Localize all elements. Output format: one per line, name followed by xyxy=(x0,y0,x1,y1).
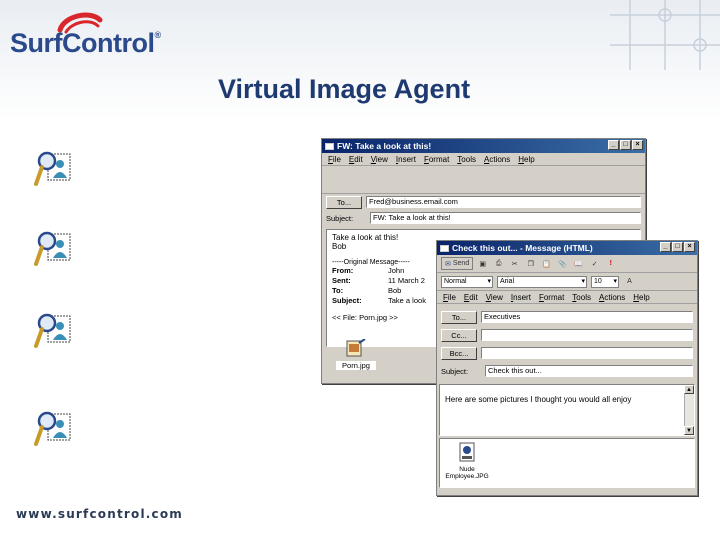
menu-format[interactable]: Format xyxy=(539,293,564,302)
html-formatting-toolbar: Normal Arial 10 A xyxy=(437,273,697,291)
html-body-text: Here are some pictures I thought you wou… xyxy=(445,395,632,404)
html-window-title: Check this out... - Message (HTML) xyxy=(452,243,593,253)
html-subject-label: Subject: xyxy=(441,366,469,376)
minimize-button[interactable]: _ xyxy=(660,242,671,252)
fw-window-titlebar[interactable]: FW: Take a look at this! _ □ × xyxy=(322,139,645,153)
menu-tools[interactable]: Tools xyxy=(457,155,476,164)
footer-url: www.surfcontrol.com xyxy=(16,507,184,521)
menu-tools[interactable]: Tools xyxy=(572,293,591,302)
menu-help[interactable]: Help xyxy=(518,155,534,164)
subject-key: Subject: xyxy=(332,296,362,305)
registered-mark: ® xyxy=(154,30,161,40)
html-to-field[interactable]: Executives xyxy=(481,311,693,323)
cut-icon[interactable]: ✂ xyxy=(508,257,521,270)
magnifier-user-icon xyxy=(34,411,71,446)
address-book-icon[interactable]: 📖 xyxy=(572,257,585,270)
html-message-window[interactable]: Check this out... - Message (HTML) _ □ ×… xyxy=(436,240,698,496)
html-subject-field[interactable]: Check this out... xyxy=(485,365,693,377)
body-scrollbar[interactable]: ▲ ▼ xyxy=(684,385,694,435)
menu-edit[interactable]: Edit xyxy=(464,293,478,302)
maximize-button[interactable]: □ xyxy=(672,242,683,252)
html-subject-row: Subject: Check this out... xyxy=(437,362,697,380)
text-color-icon[interactable]: A xyxy=(623,275,636,288)
copy-icon[interactable]: ❐ xyxy=(524,257,537,270)
menu-help[interactable]: Help xyxy=(633,293,649,302)
size-select[interactable]: 10 xyxy=(591,275,619,288)
menu-actions[interactable]: Actions xyxy=(484,155,510,164)
fw-subject-row: Subject: FW: Take a look at this! xyxy=(322,210,645,226)
fw-toolbar-area xyxy=(322,166,645,194)
menu-file[interactable]: File xyxy=(328,155,341,164)
send-icon: ✉ xyxy=(445,260,451,268)
close-button[interactable]: × xyxy=(632,140,643,150)
html-window-titlebar[interactable]: Check this out... - Message (HTML) _ □ × xyxy=(437,241,697,255)
fw-subject-label: Subject: xyxy=(326,213,354,223)
importance-high-icon[interactable]: ! xyxy=(604,257,617,270)
magnifier-user-icon xyxy=(34,151,71,186)
close-button[interactable]: × xyxy=(684,242,695,252)
fw-attachment[interactable]: Porn.jpg xyxy=(336,338,376,370)
menu-view[interactable]: View xyxy=(371,155,388,164)
envelope-icon xyxy=(325,142,334,150)
magnifier-user-icon xyxy=(34,231,71,266)
html-to-row: To... Executives xyxy=(437,308,697,326)
surfcontrol-logo: SurfControl® xyxy=(10,8,161,68)
attachment-name-line1: Nude xyxy=(459,466,475,473)
image-file-icon xyxy=(346,338,366,357)
html-cc-button[interactable]: Cc... xyxy=(441,328,477,342)
fw-to-button[interactable]: To... xyxy=(326,195,362,209)
menu-edit[interactable]: Edit xyxy=(349,155,363,164)
menu-file[interactable]: File xyxy=(443,293,456,302)
html-message-body[interactable]: Here are some pictures I thought you wou… xyxy=(439,384,695,436)
menu-format[interactable]: Format xyxy=(424,155,449,164)
scroll-up-icon[interactable]: ▲ xyxy=(684,385,694,394)
attach-icon[interactable]: 📎 xyxy=(556,257,569,270)
send-label: Send xyxy=(452,260,470,267)
menu-insert[interactable]: Insert xyxy=(396,155,416,164)
html-cc-row: Cc... xyxy=(437,326,697,344)
jpg-file-icon xyxy=(459,442,475,462)
fw-menubar: File Edit View Insert Format Tools Actio… xyxy=(322,153,645,166)
fw-attachment-name: Porn.jpg xyxy=(336,361,376,370)
font-select[interactable]: Arial xyxy=(497,275,587,288)
magnifier-user-icon xyxy=(34,313,71,348)
corner-grid-decoration xyxy=(610,0,720,70)
slide-title: Virtual Image Agent xyxy=(218,74,471,104)
html-bcc-field[interactable] xyxy=(481,347,693,359)
menu-actions[interactable]: Actions xyxy=(599,293,625,302)
html-cc-field[interactable] xyxy=(481,329,693,341)
fw-window-title: FW: Take a look at this! xyxy=(337,141,432,151)
html-standard-toolbar: ✉ Send ▣ ⎙ ✂ ❐ 📋 📎 📖 ✓ ! xyxy=(437,255,697,273)
attachment-name-line2: Employee.JPG xyxy=(445,473,489,480)
minimize-button[interactable]: _ xyxy=(608,140,619,150)
print-icon[interactable]: ⎙ xyxy=(492,257,505,270)
fw-to-row: To... Fred@business.email.com xyxy=(322,194,645,210)
fw-subject-field[interactable]: FW: Take a look at this! xyxy=(370,212,641,224)
menu-insert[interactable]: Insert xyxy=(511,293,531,302)
logo-text: SurfControl xyxy=(10,28,155,58)
html-to-button[interactable]: To... xyxy=(441,310,477,324)
scroll-down-icon[interactable]: ▼ xyxy=(684,426,694,435)
to-key: To: xyxy=(332,286,344,295)
html-bcc-button[interactable]: Bcc... xyxy=(441,346,477,360)
save-icon[interactable]: ▣ xyxy=(476,257,489,270)
send-button[interactable]: ✉ Send xyxy=(441,257,474,270)
maximize-button[interactable]: □ xyxy=(620,140,631,150)
html-attachment-pane: Nude Employee.JPG xyxy=(439,438,695,488)
html-bcc-row: Bcc... xyxy=(437,344,697,362)
menu-view[interactable]: View xyxy=(486,293,503,302)
envelope-icon xyxy=(440,244,449,252)
paste-icon[interactable]: 📋 xyxy=(540,257,553,270)
check-names-icon[interactable]: ✓ xyxy=(588,257,601,270)
html-menubar: File Edit View Insert Format Tools Actio… xyxy=(437,291,697,304)
fw-to-field[interactable]: Fred@business.email.com xyxy=(366,196,641,208)
sent-key: Sent: xyxy=(332,276,351,285)
html-attachment[interactable]: Nude Employee.JPG xyxy=(442,442,492,480)
style-select[interactable]: Normal xyxy=(441,275,493,288)
from-key: From: xyxy=(332,266,354,275)
